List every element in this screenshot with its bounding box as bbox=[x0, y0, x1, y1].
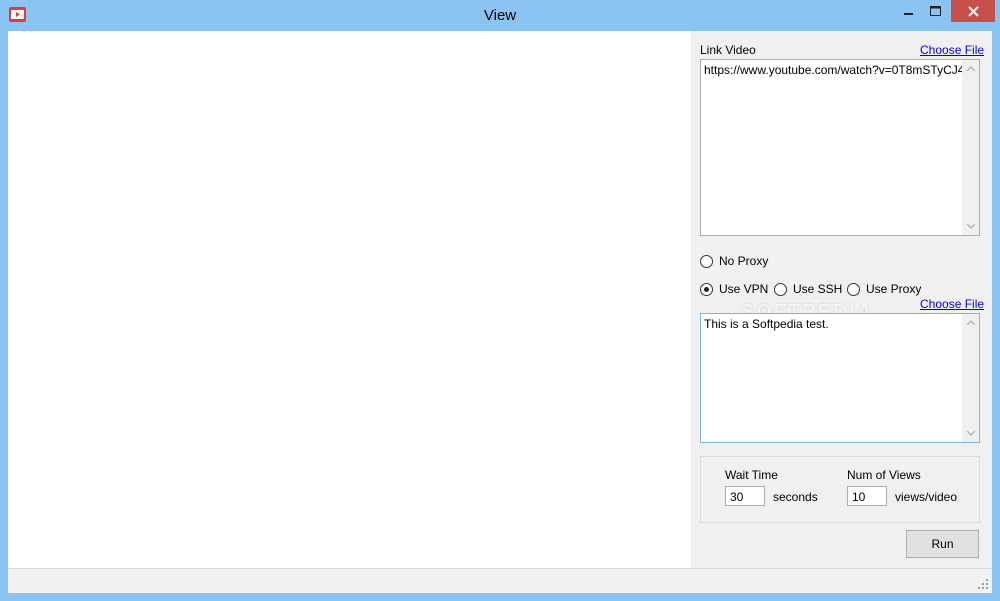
radio-no-proxy-label: No Proxy bbox=[719, 254, 769, 268]
radio-use-proxy[interactable]: Use Proxy bbox=[847, 281, 921, 297]
resize-grip-icon[interactable] bbox=[977, 578, 989, 590]
radio-circle-checked bbox=[700, 282, 713, 296]
status-bar bbox=[8, 568, 992, 593]
wait-time-unit: seconds bbox=[773, 490, 818, 504]
client-area: Link Video Choose File https://www.youtu… bbox=[8, 31, 992, 593]
radio-use-proxy-label: Use Proxy bbox=[866, 282, 922, 296]
choose-proxy-file-link[interactable]: Choose File bbox=[920, 297, 984, 311]
video-link-text: https://www.youtube.com/watch?v=0T8mSTyC… bbox=[704, 63, 972, 77]
scroll-up-arrow[interactable] bbox=[962, 314, 979, 331]
browser-view[interactable] bbox=[8, 31, 691, 568]
maximize-button[interactable] bbox=[922, 0, 948, 22]
radio-use-ssh-label: Use SSH bbox=[793, 282, 843, 296]
app-window: View Link Video Choose File https://www.… bbox=[0, 0, 1000, 601]
proxy-list-text: This is a Softpedia test. bbox=[704, 317, 829, 331]
wait-time-input[interactable]: 30 bbox=[725, 486, 765, 506]
proxy-list-scrollbar[interactable] bbox=[962, 314, 979, 442]
radio-circle bbox=[847, 282, 860, 296]
close-icon bbox=[967, 5, 979, 17]
scroll-up-arrow[interactable] bbox=[962, 60, 979, 77]
chevron-up-icon bbox=[966, 320, 975, 325]
video-link-scrollbar[interactable] bbox=[962, 60, 979, 235]
minimize-button[interactable] bbox=[897, 0, 921, 22]
choose-video-file-link[interactable]: Choose File bbox=[920, 43, 984, 57]
radio-circle bbox=[700, 254, 713, 268]
close-button[interactable] bbox=[951, 0, 995, 22]
num-views-label: Num of Views bbox=[847, 468, 921, 482]
scroll-down-arrow[interactable] bbox=[962, 425, 979, 442]
maximize-icon bbox=[929, 6, 941, 16]
scroll-down-arrow[interactable] bbox=[962, 218, 979, 235]
link-video-label: Link Video bbox=[700, 43, 756, 57]
num-views-input[interactable]: 10 bbox=[847, 486, 887, 506]
chevron-up-icon bbox=[966, 66, 975, 71]
radio-use-vpn[interactable]: Use VPN bbox=[700, 281, 768, 297]
radio-circle bbox=[774, 282, 787, 296]
window-title: View bbox=[483, 7, 517, 24]
video-link-textarea[interactable]: https://www.youtube.com/watch?v=0T8mSTyC… bbox=[700, 59, 980, 236]
proxy-list-textarea[interactable]: This is a Softpedia test. bbox=[700, 313, 980, 443]
settings-group: Wait Time 30 seconds Num of Views 10 vie… bbox=[700, 456, 980, 523]
minimize-icon bbox=[904, 13, 913, 15]
chevron-down-icon bbox=[966, 431, 975, 436]
title-bar[interactable]: View bbox=[0, 0, 1000, 31]
radio-no-proxy[interactable]: No Proxy bbox=[700, 253, 768, 269]
radio-use-ssh[interactable]: Use SSH bbox=[774, 281, 842, 297]
run-button[interactable]: Run bbox=[906, 530, 979, 558]
wait-time-label: Wait Time bbox=[725, 468, 778, 482]
chevron-down-icon bbox=[966, 224, 975, 229]
radio-use-vpn-label: Use VPN bbox=[719, 282, 769, 296]
num-views-unit: views/video bbox=[895, 490, 958, 504]
